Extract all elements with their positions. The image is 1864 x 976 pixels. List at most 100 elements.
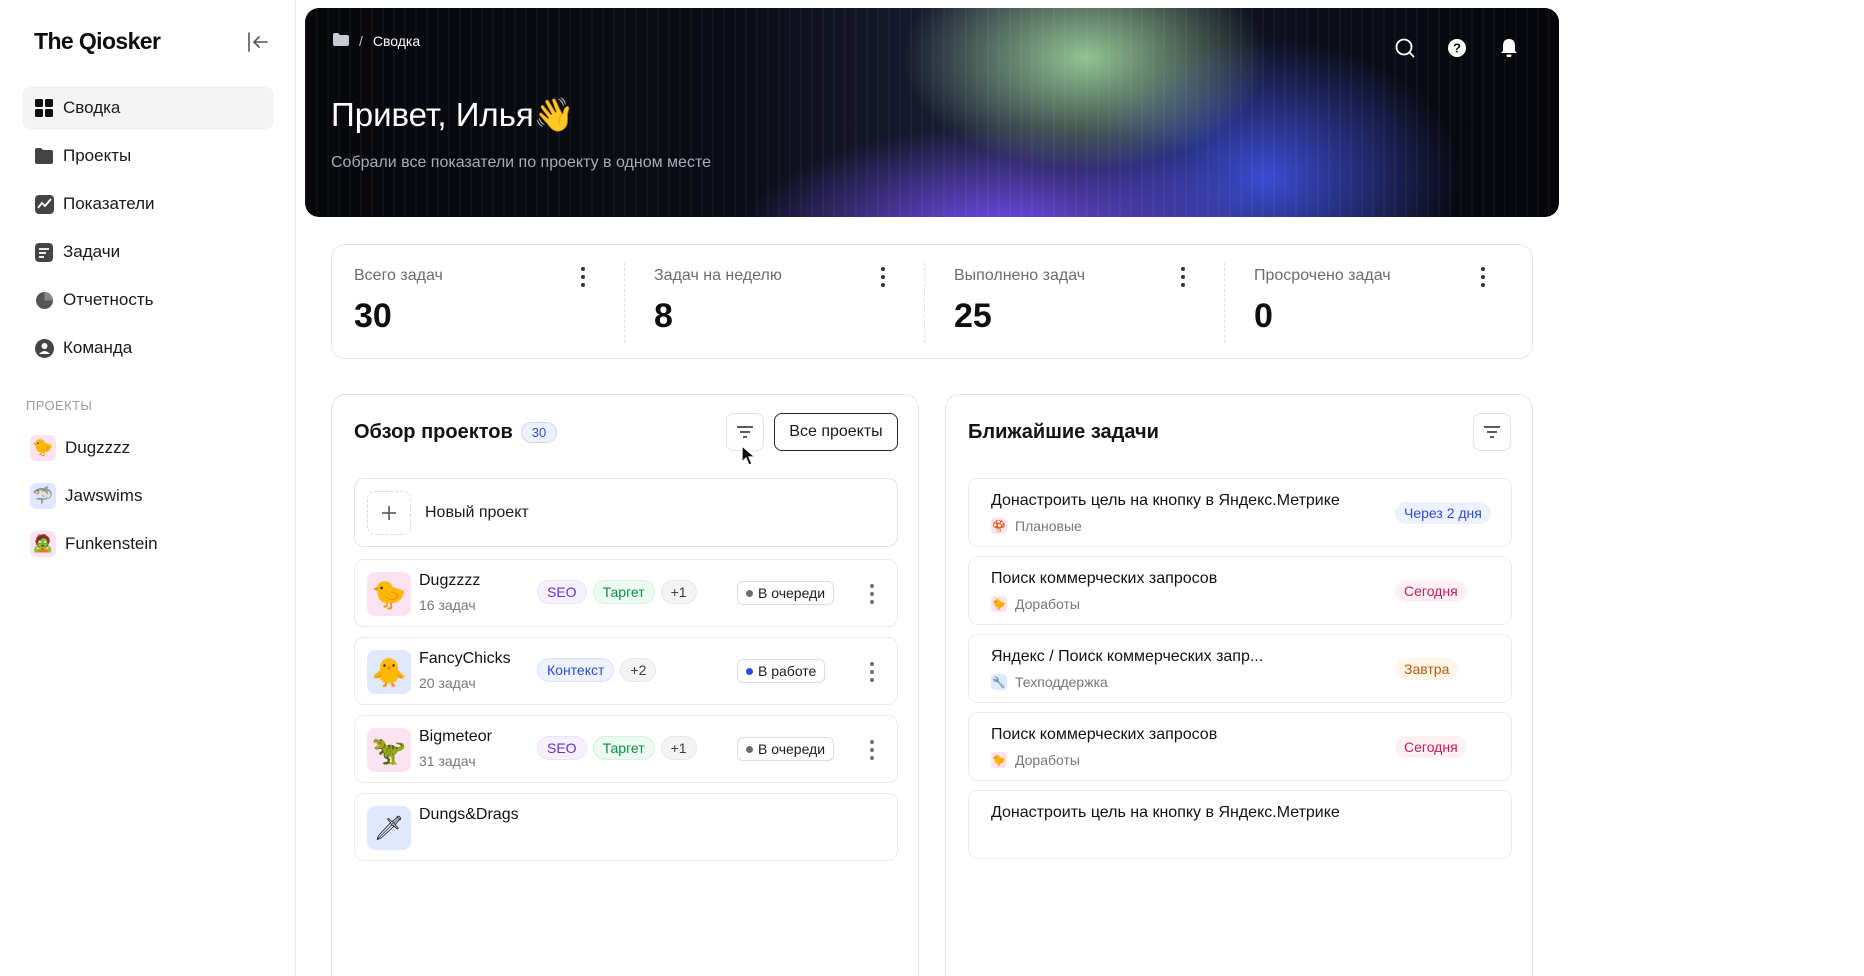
task-category-label: Доработы (1015, 596, 1080, 612)
collapse-sidebar-icon[interactable] (246, 30, 270, 54)
wrench-icon: 🔧 (991, 674, 1007, 690)
mushroom-icon: 🍄 (991, 518, 1007, 534)
sidebar-project-label: Jawswims (65, 486, 143, 505)
task-title: Донастроить цель на кнопку в Яндекс.Метр… (991, 804, 1340, 821)
task-row[interactable]: Яндекс / Поиск коммерческих запр... 🔧 Те… (968, 634, 1512, 703)
tag-seo[interactable]: SEO (537, 736, 587, 760)
status-badge[interactable]: В очереди (737, 581, 835, 605)
task-title: Донастроить цель на кнопку в Яндекс.Метр… (991, 492, 1340, 509)
nav-item-label: Проекты (63, 146, 132, 165)
breadcrumb-current: Сводка (372, 33, 421, 49)
app-logo[interactable]: The Qiosker (34, 28, 161, 55)
due-badge: Сегодня (1395, 580, 1467, 602)
status-dot (746, 745, 753, 753)
tasks-icon (34, 242, 54, 262)
stat-value: 25 (954, 297, 992, 335)
duck-icon: 🐤 (991, 596, 1007, 612)
tag-more[interactable]: +2 (620, 658, 657, 682)
new-project-label: Новый проект (425, 503, 529, 521)
task-category: 🐤 Доработы (991, 596, 1080, 612)
status-badge[interactable]: В работе (737, 659, 826, 683)
hero-banner: / Сводка Привет, Илья👋 Собрали все показ… (305, 8, 1559, 217)
project-row[interactable]: 🗡 Dungs&Drags (354, 793, 898, 861)
tag-target[interactable]: Таргет (592, 580, 655, 604)
sidebar: The Qiosker Сводка Проекты Показатели За… (0, 0, 296, 976)
mouse-cursor-icon (741, 445, 757, 466)
task-category: 🔧 Техподдержка (991, 674, 1108, 690)
more-icon[interactable] (1180, 267, 1186, 287)
stat-value: 8 (654, 297, 673, 335)
task-row[interactable]: Донастроить цель на кнопку в Яндекс.Метр… (968, 790, 1512, 859)
more-icon[interactable] (869, 740, 875, 760)
task-category: 🍄 Плановые (991, 518, 1082, 534)
sidebar-project-label: Funkenstein (65, 534, 158, 553)
project-row[interactable]: 🐤 Dugzzzz 16 задач SEO Таргет +1 В очере… (354, 559, 898, 627)
project-name: FancyChicks (419, 650, 511, 667)
more-icon[interactable] (580, 267, 586, 287)
nav-item-label: Показатели (63, 194, 155, 213)
project-row[interactable]: 🐥 FancyChicks 20 задач Контекст +2 В раб… (354, 637, 898, 705)
app-root: The Qiosker Сводка Проекты Показатели За… (0, 0, 1864, 976)
nav-item-summary[interactable]: Сводка (22, 86, 274, 130)
project-task-count: 16 задач (419, 597, 476, 613)
nav-item-label: Задачи (63, 242, 121, 261)
status-badge[interactable]: В очереди (737, 737, 835, 761)
project-tags: SEO Таргет +1 (537, 580, 703, 604)
new-project-button[interactable]: Новый проект (354, 478, 898, 547)
task-row[interactable]: Поиск коммерческих запросов 🐤 Доработы С… (968, 712, 1512, 781)
tag-more[interactable]: +1 (660, 736, 697, 760)
plus-icon (367, 490, 411, 535)
filter-icon (737, 426, 753, 438)
search-icon[interactable] (1393, 36, 1417, 60)
sidebar-project-jawswims[interactable]: 🦈 Jawswims (30, 472, 158, 520)
upcoming-tasks-title: Ближайшие задачи (968, 421, 1159, 443)
sidebar-projects: 🐤 Dugzzzz 🦈 Jawswims 🧟 Funkenstein (30, 424, 158, 568)
tag-more[interactable]: +1 (660, 580, 697, 604)
svg-text:?: ? (1453, 41, 1461, 56)
stat-label: Задач на неделю (654, 267, 782, 284)
task-category-label: Техподдержка (1015, 674, 1108, 690)
more-icon[interactable] (880, 267, 886, 287)
due-badge: Через 2 дня (1395, 502, 1491, 524)
nav-item-team[interactable]: Команда (22, 326, 274, 370)
upcoming-tasks-panel: Ближайшие задачи Донастроить цель на кно… (945, 394, 1533, 976)
main-nav: Сводка Проекты Показатели Задачи Отчетно… (22, 86, 274, 374)
sidebar-project-dugzzzz[interactable]: 🐤 Dugzzzz (30, 424, 158, 472)
status-label: В очереди (758, 585, 826, 601)
more-icon[interactable] (869, 584, 875, 604)
tag-seo[interactable]: SEO (537, 580, 587, 604)
more-icon[interactable] (1480, 267, 1486, 287)
filter-icon (1484, 426, 1500, 438)
nav-item-label: Команда (63, 338, 133, 357)
panel-title: Обзор проектов 30 (354, 421, 558, 444)
project-name: Dungs&Drags (419, 806, 519, 823)
nav-item-metrics[interactable]: Показатели (22, 182, 274, 226)
breadcrumb-separator: / (359, 33, 363, 49)
task-row[interactable]: Поиск коммерческих запросов 🐤 Доработы С… (968, 556, 1512, 625)
stat-overdue-tasks: Просрочено задач 0 (1224, 245, 1532, 358)
due-badge: Завтра (1395, 658, 1459, 680)
tag-context[interactable]: Контекст (537, 658, 615, 682)
chick-icon: 🐥 (367, 650, 411, 694)
bell-icon[interactable] (1497, 36, 1521, 60)
nav-item-reports[interactable]: Отчетность (22, 278, 274, 322)
all-projects-button[interactable]: Все проекты (774, 413, 898, 451)
more-icon[interactable] (869, 662, 875, 682)
project-row[interactable]: 🦖 Bigmeteor 31 задач SEO Таргет +1 В оче… (354, 715, 898, 783)
task-row[interactable]: Донастроить цель на кнопку в Яндекс.Метр… (968, 478, 1512, 547)
nav-item-projects[interactable]: Проекты (22, 134, 274, 178)
filter-button[interactable] (1473, 413, 1511, 451)
sidebar-project-funkenstein[interactable]: 🧟 Funkenstein (30, 520, 158, 568)
stat-value: 30 (354, 297, 392, 335)
due-badge: Сегодня (1395, 736, 1467, 758)
folder-icon[interactable] (333, 33, 349, 49)
sidebar-project-label: Dugzzzz (65, 438, 131, 457)
nav-item-tasks[interactable]: Задачи (22, 230, 274, 274)
stat-label: Всего задач (354, 267, 443, 284)
stat-done-tasks: Выполнено задач 25 (924, 245, 1232, 358)
status-dot (746, 667, 753, 675)
help-icon[interactable]: ? (1445, 36, 1469, 60)
stat-label: Просрочено задач (1254, 267, 1391, 284)
tag-target[interactable]: Таргет (592, 736, 655, 760)
task-category-label: Плановые (1015, 518, 1082, 534)
